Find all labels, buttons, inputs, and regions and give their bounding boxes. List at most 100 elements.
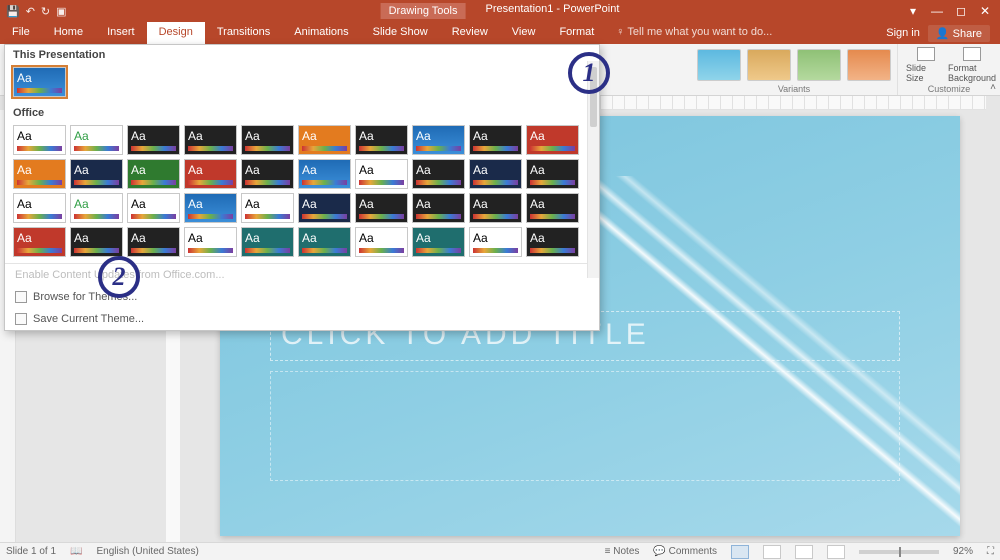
minimize-icon[interactable]: — <box>926 4 948 18</box>
theme-thumbnail[interactable]: Aa <box>70 125 123 155</box>
variants-group: Variants <box>691 44 898 95</box>
theme-thumbnail[interactable]: Aa <box>70 227 123 257</box>
theme-aa: Aa <box>530 129 545 143</box>
theme-thumbnail[interactable]: Aa <box>241 227 294 257</box>
theme-thumbnail[interactable]: Aa <box>355 125 408 155</box>
close-icon[interactable]: ✕ <box>974 4 996 18</box>
theme-thumbnail[interactable]: Aa <box>184 159 237 189</box>
comments-button[interactable]: 💬 Comments <box>653 546 717 557</box>
theme-thumbnail[interactable]: Aa <box>13 159 66 189</box>
theme-thumbnail[interactable]: Aa <box>127 193 180 223</box>
theme-aa: Aa <box>530 163 545 177</box>
tab-view[interactable]: View <box>500 22 548 44</box>
spellcheck-icon[interactable]: 📖 <box>70 546 82 557</box>
theme-thumbnail[interactable]: Aa <box>412 193 465 223</box>
theme-thumbnail[interactable]: Aa <box>526 193 579 223</box>
save-icon[interactable]: 💾 <box>6 5 20 18</box>
theme-thumbnail[interactable]: Aa <box>127 159 180 189</box>
tab-slideshow[interactable]: Slide Show <box>361 22 440 44</box>
zoom-percent[interactable]: 92% <box>953 546 973 557</box>
theme-thumbnail[interactable]: Aa <box>412 159 465 189</box>
undo-icon[interactable]: ↶ <box>26 5 35 18</box>
theme-aa: Aa <box>188 197 203 211</box>
subtitle-placeholder[interactable] <box>270 371 900 481</box>
variant-option[interactable] <box>697 49 741 81</box>
theme-thumbnail[interactable]: Aa <box>298 227 351 257</box>
theme-thumbnail[interactable]: Aa <box>70 159 123 189</box>
theme-thumbnail[interactable]: Aa <box>355 227 408 257</box>
tab-file[interactable]: File <box>0 22 42 44</box>
redo-icon[interactable]: ↻ <box>41 5 50 18</box>
notes-button[interactable]: ≡ Notes <box>605 546 640 557</box>
theme-thumbnail[interactable]: Aa <box>355 159 408 189</box>
theme-thumbnail[interactable]: Aa <box>184 193 237 223</box>
tell-me-search[interactable]: ♀ Tell me what you want to do... <box>606 22 782 44</box>
theme-thumbnail[interactable]: Aa <box>298 193 351 223</box>
tell-me-placeholder: Tell me what you want to do... <box>627 26 772 38</box>
theme-thumbnail[interactable]: Aa <box>13 193 66 223</box>
theme-aa: Aa <box>473 197 488 211</box>
tab-transitions[interactable]: Transitions <box>205 22 282 44</box>
tab-format[interactable]: Format <box>547 22 606 44</box>
theme-thumbnail[interactable]: Aa <box>469 159 522 189</box>
variant-option[interactable] <box>747 49 791 81</box>
theme-thumbnail[interactable]: Aa <box>13 227 66 257</box>
theme-aa: Aa <box>530 197 545 211</box>
format-background-button[interactable]: Format Background <box>952 47 992 83</box>
theme-aa: Aa <box>416 129 431 143</box>
theme-thumbnail[interactable]: Aa <box>184 125 237 155</box>
start-slideshow-icon[interactable]: ▣ <box>56 5 66 18</box>
theme-thumbnail[interactable]: Aa <box>13 125 66 155</box>
slide-sorter-view-button[interactable] <box>763 545 781 559</box>
variant-option[interactable] <box>797 49 841 81</box>
theme-thumbnail[interactable]: Aa <box>469 193 522 223</box>
document-title: Presentation1 - PowerPoint <box>485 3 619 19</box>
share-button[interactable]: 👤 Share <box>928 25 990 42</box>
tab-home[interactable]: Home <box>42 22 95 44</box>
theme-thumbnail[interactable]: Aa <box>412 125 465 155</box>
theme-aa: Aa <box>131 129 146 143</box>
theme-thumbnail[interactable]: Aa <box>241 125 294 155</box>
collapse-ribbon-icon[interactable]: ˄ <box>990 82 996 93</box>
normal-view-button[interactable] <box>731 545 749 559</box>
zoom-slider[interactable] <box>859 550 939 554</box>
save-current-theme[interactable]: Save Current Theme... <box>5 308 599 330</box>
theme-thumbnail[interactable]: Aa <box>412 227 465 257</box>
theme-thumbnail[interactable]: Aa <box>526 125 579 155</box>
theme-aa: Aa <box>416 231 431 245</box>
theme-aa: Aa <box>302 197 317 211</box>
fit-to-window-icon[interactable]: ⛶ <box>987 546 994 557</box>
theme-thumbnail[interactable]: Aa <box>355 193 408 223</box>
theme-aa: Aa <box>359 197 374 211</box>
browse-for-themes[interactable]: Browse for Themes... <box>5 286 599 308</box>
reading-view-button[interactable] <box>795 545 813 559</box>
language-indicator[interactable]: English (United States) <box>97 546 199 557</box>
theme-thumbnail[interactable]: Aa <box>70 193 123 223</box>
theme-thumbnail[interactable]: Aa <box>241 159 294 189</box>
theme-thumbnail[interactable]: Aa <box>469 227 522 257</box>
tab-design[interactable]: Design <box>147 22 205 44</box>
enable-content-updates: Enable Content Updates from Office.com..… <box>5 264 599 286</box>
theme-thumbnail[interactable]: Aa <box>127 125 180 155</box>
theme-thumbnail[interactable]: Aa <box>127 227 180 257</box>
theme-thumbnail[interactable]: Aa <box>13 67 66 97</box>
theme-thumbnail[interactable]: Aa <box>298 125 351 155</box>
theme-thumbnail[interactable]: Aa <box>298 159 351 189</box>
theme-thumbnail[interactable]: Aa <box>241 193 294 223</box>
slideshow-view-button[interactable] <box>827 545 845 559</box>
sign-in-link[interactable]: Sign in <box>886 27 920 39</box>
tab-review[interactable]: Review <box>440 22 500 44</box>
theme-thumbnail[interactable]: Aa <box>526 159 579 189</box>
theme-thumbnail[interactable]: Aa <box>526 227 579 257</box>
variant-option[interactable] <box>847 49 891 81</box>
maximize-icon[interactable]: ◻ <box>950 4 972 18</box>
theme-thumbnail[interactable]: Aa <box>184 227 237 257</box>
theme-aa: Aa <box>74 129 89 143</box>
tab-insert[interactable]: Insert <box>95 22 147 44</box>
ribbon-options-icon[interactable]: ▾ <box>902 4 924 18</box>
slide-size-icon <box>917 47 935 61</box>
tab-animations[interactable]: Animations <box>282 22 360 44</box>
slide-size-button[interactable]: Slide Size <box>906 47 946 83</box>
slide-counter[interactable]: Slide 1 of 1 <box>6 546 56 557</box>
theme-thumbnail[interactable]: Aa <box>469 125 522 155</box>
